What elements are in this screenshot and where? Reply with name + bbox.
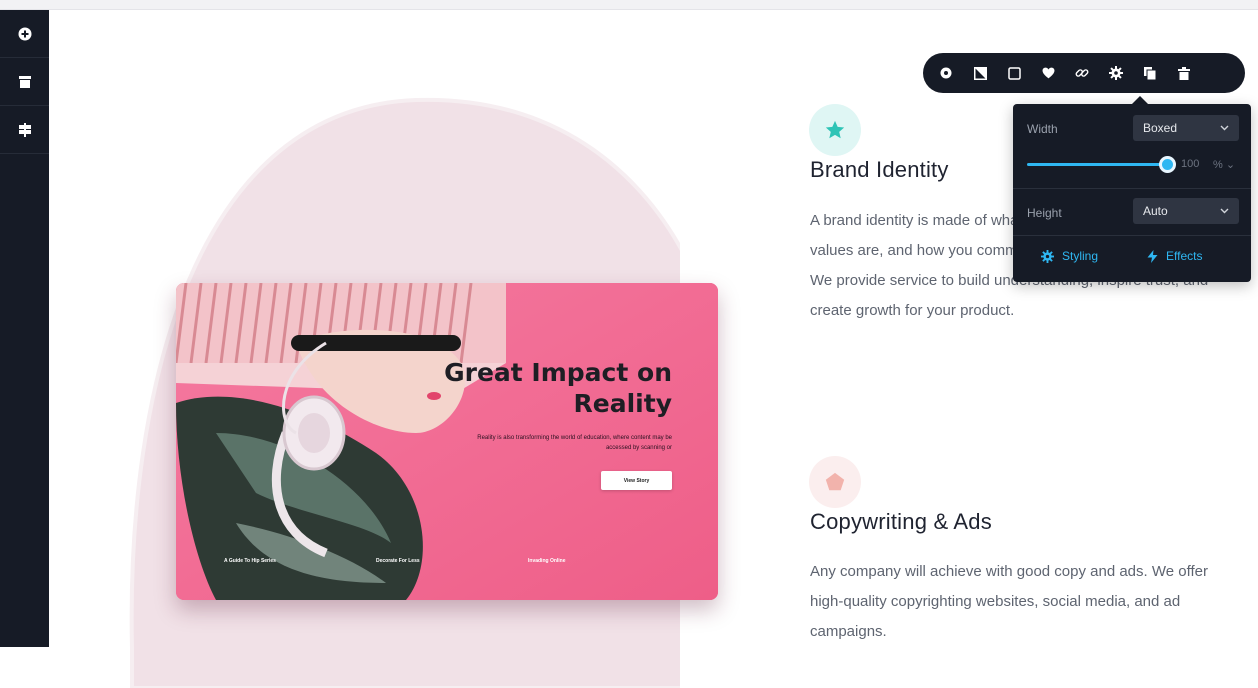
panel-divider [1013,235,1251,236]
gear-icon [1041,249,1054,263]
hero-description: Reality is also transforming the world o… [477,435,672,451]
add-element-button[interactable] [0,10,49,58]
element-toolbar [923,53,1245,93]
square-icon [1007,66,1021,80]
archive-icon [18,75,31,88]
panel-divider [1013,188,1251,189]
archive-button[interactable] [0,58,49,106]
height-select-value: Auto [1143,204,1168,218]
brand-identity-icon-badge [809,104,861,156]
height-select[interactable]: Auto [1133,198,1239,224]
width-label: Width [1027,122,1058,136]
hero-footer-link-1[interactable]: A Guide To Hip Series [224,558,276,564]
chevron-down-icon [1220,125,1229,131]
toolbar-background-button[interactable] [963,53,997,93]
trash-icon [1178,66,1190,80]
editor-sidebar [0,10,49,647]
hero-footer-link-3[interactable]: Invading Online [528,558,566,564]
hero-title: Great Impact on Reality [444,358,672,418]
effects-tab[interactable]: Effects [1147,249,1202,263]
toolbar-settings-button[interactable] [929,53,963,93]
toolbar-copy-button[interactable] [1133,53,1167,93]
copywriting-icon-badge [809,456,861,508]
copywriting-text: Any company will achieve with good copy … [810,563,1208,640]
signpost-icon [18,122,31,137]
star-icon [825,120,845,139]
toolbar-link-button[interactable] [1065,53,1099,93]
half-square-icon [973,66,987,80]
chevron-down-icon [1220,208,1229,214]
width-slider-track[interactable] [1027,163,1167,166]
add-circle-icon [18,27,31,40]
top-border [0,0,1258,10]
pentagon-icon [825,472,845,491]
styling-tab[interactable]: Styling [1041,249,1098,263]
effects-tab-label: Effects [1166,249,1203,263]
heart-icon [1042,67,1054,79]
toolbar-delete-button[interactable] [1167,53,1201,93]
width-select[interactable]: Boxed [1133,115,1239,141]
height-label: Height [1027,206,1062,220]
gear-icon [1109,66,1123,80]
link-icon [1075,69,1089,77]
toolbar-border-button[interactable] [997,53,1031,93]
width-slider-handle[interactable] [1159,156,1176,173]
styling-tab-label: Styling [1062,249,1099,263]
width-select-value: Boxed [1143,121,1178,135]
circle-settings-icon [940,67,952,79]
toolbar-gear-button[interactable] [1099,53,1133,93]
view-story-button[interactable]: View Story [601,471,672,490]
layout-settings-panel: Width Boxed 100 % ⌄ Height Auto Styling … [1013,104,1251,282]
copywriting-title: Copywriting & Ads [810,509,992,534]
toolbar-favorite-button[interactable] [1031,53,1065,93]
hero-footer-link-2[interactable]: Decorate For Less [376,558,420,564]
width-slider-value: 100 [1181,158,1200,170]
lightning-icon [1147,249,1158,263]
signpost-button[interactable] [0,106,49,154]
copy-icon [1144,66,1156,80]
hero-card[interactable]: Great Impact on Reality Reality is also … [176,283,718,600]
brand-identity-title: Brand Identity [810,157,949,182]
width-unit-select[interactable]: % ⌄ [1213,158,1235,171]
